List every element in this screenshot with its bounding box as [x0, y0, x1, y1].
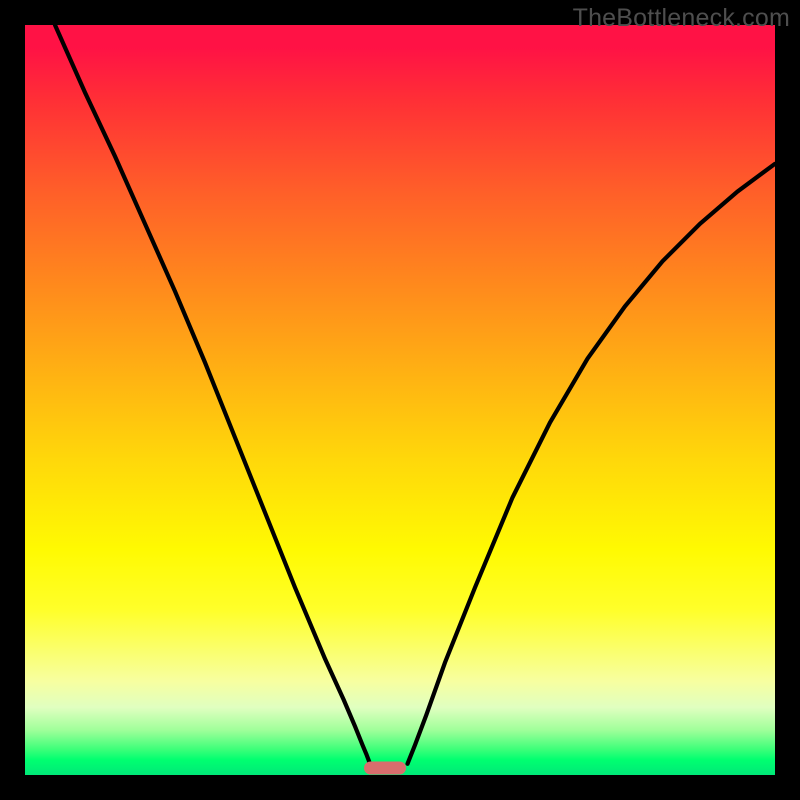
left-curve: [55, 25, 370, 764]
curve-layer: [25, 25, 775, 775]
right-curve: [408, 164, 776, 764]
plot-area: [25, 25, 775, 775]
minimum-marker: [364, 761, 406, 774]
chart-stage: TheBottleneck.com: [0, 0, 800, 800]
watermark-text: TheBottleneck.com: [573, 4, 790, 33]
